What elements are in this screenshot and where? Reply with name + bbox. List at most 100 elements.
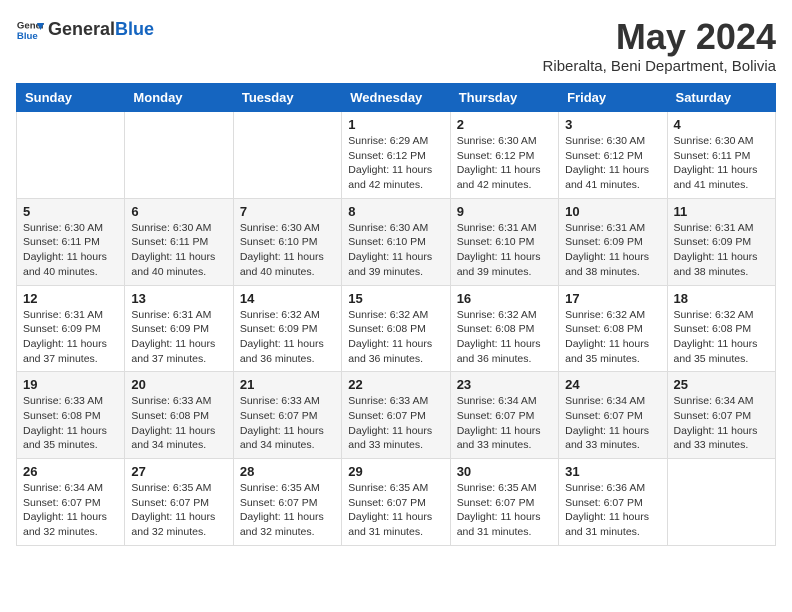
day-number: 9 [457,204,552,219]
day-info: Sunrise: 6:35 AM Sunset: 6:07 PM Dayligh… [240,481,335,540]
calendar-cell: 5 Sunrise: 6:30 AM Sunset: 6:11 PM Daylig… [17,198,125,285]
calendar-cell: 12 Sunrise: 6:31 AM Sunset: 6:09 PM Dayli… [17,285,125,372]
day-number: 4 [674,117,769,132]
day-header-sunday: Sunday [17,84,125,112]
logo: General Blue GeneralBlue [16,16,154,44]
day-number: 29 [348,464,443,479]
day-number: 11 [674,204,769,219]
day-info: Sunrise: 6:36 AM Sunset: 6:07 PM Dayligh… [565,481,660,540]
day-header-friday: Friday [559,84,667,112]
day-number: 30 [457,464,552,479]
calendar-cell: 24 Sunrise: 6:34 AM Sunset: 6:07 PM Dayli… [559,372,667,459]
calendar-cell: 8 Sunrise: 6:30 AM Sunset: 6:10 PM Daylig… [342,198,450,285]
calendar-cell: 3 Sunrise: 6:30 AM Sunset: 6:12 PM Daylig… [559,112,667,199]
day-info: Sunrise: 6:31 AM Sunset: 6:09 PM Dayligh… [23,308,118,367]
day-info: Sunrise: 6:31 AM Sunset: 6:09 PM Dayligh… [565,221,660,280]
day-number: 24 [565,377,660,392]
calendar-cell: 2 Sunrise: 6:30 AM Sunset: 6:12 PM Daylig… [450,112,558,199]
calendar-cell [233,112,341,199]
calendar-cell: 29 Sunrise: 6:35 AM Sunset: 6:07 PM Dayli… [342,459,450,546]
day-number: 31 [565,464,660,479]
day-info: Sunrise: 6:33 AM Sunset: 6:07 PM Dayligh… [348,394,443,453]
day-number: 10 [565,204,660,219]
day-info: Sunrise: 6:35 AM Sunset: 6:07 PM Dayligh… [348,481,443,540]
day-info: Sunrise: 6:33 AM Sunset: 6:08 PM Dayligh… [23,394,118,453]
day-info: Sunrise: 6:34 AM Sunset: 6:07 PM Dayligh… [674,394,769,453]
day-info: Sunrise: 6:34 AM Sunset: 6:07 PM Dayligh… [457,394,552,453]
day-info: Sunrise: 6:30 AM Sunset: 6:12 PM Dayligh… [565,134,660,193]
day-header-wednesday: Wednesday [342,84,450,112]
day-number: 22 [348,377,443,392]
day-number: 5 [23,204,118,219]
calendar-cell [667,459,775,546]
calendar-cell [17,112,125,199]
calendar-cell: 30 Sunrise: 6:35 AM Sunset: 6:07 PM Dayli… [450,459,558,546]
day-info: Sunrise: 6:31 AM Sunset: 6:09 PM Dayligh… [131,308,226,367]
day-info: Sunrise: 6:30 AM Sunset: 6:11 PM Dayligh… [674,134,769,193]
day-info: Sunrise: 6:30 AM Sunset: 6:10 PM Dayligh… [348,221,443,280]
day-header-monday: Monday [125,84,233,112]
calendar-week-1: 1Sunrise: 6:29 AM Sunset: 6:12 PM Daylig… [17,112,776,199]
day-number: 19 [23,377,118,392]
calendar-cell: 16 Sunrise: 6:32 AM Sunset: 6:08 PM Dayli… [450,285,558,372]
location: Riberalta, Beni Department, Bolivia [543,58,776,75]
day-info: Sunrise: 6:33 AM Sunset: 6:07 PM Dayligh… [240,394,335,453]
day-info: Sunrise: 6:30 AM Sunset: 6:12 PM Dayligh… [457,134,552,193]
day-info: Sunrise: 6:32 AM Sunset: 6:09 PM Dayligh… [240,308,335,367]
calendar-cell: 23 Sunrise: 6:34 AM Sunset: 6:07 PM Dayli… [450,372,558,459]
calendar-cell: 10 Sunrise: 6:31 AM Sunset: 6:09 PM Dayli… [559,198,667,285]
svg-text:Blue: Blue [17,31,38,42]
calendar-cell: 6Sunrise: 6:30 AM Sunset: 6:11 PM Daylig… [125,198,233,285]
day-number: 28 [240,464,335,479]
day-number: 23 [457,377,552,392]
day-number: 2 [457,117,552,132]
day-number: 15 [348,291,443,306]
day-info: Sunrise: 6:32 AM Sunset: 6:08 PM Dayligh… [348,308,443,367]
day-info: Sunrise: 6:30 AM Sunset: 6:11 PM Dayligh… [131,221,226,280]
day-info: Sunrise: 6:34 AM Sunset: 6:07 PM Dayligh… [565,394,660,453]
day-number: 16 [457,291,552,306]
day-info: Sunrise: 6:34 AM Sunset: 6:07 PM Dayligh… [23,481,118,540]
calendar-cell: 4 Sunrise: 6:30 AM Sunset: 6:11 PM Daylig… [667,112,775,199]
day-info: Sunrise: 6:33 AM Sunset: 6:08 PM Dayligh… [131,394,226,453]
calendar-table: SundayMondayTuesdayWednesdayThursdayFrid… [16,83,776,546]
day-number: 21 [240,377,335,392]
calendar-cell: 27Sunrise: 6:35 AM Sunset: 6:07 PM Dayli… [125,459,233,546]
day-info: Sunrise: 6:30 AM Sunset: 6:10 PM Dayligh… [240,221,335,280]
calendar-cell: 18 Sunrise: 6:32 AM Sunset: 6:08 PM Dayli… [667,285,775,372]
day-info: Sunrise: 6:32 AM Sunset: 6:08 PM Dayligh… [674,308,769,367]
calendar-header-row: SundayMondayTuesdayWednesdayThursdayFrid… [17,84,776,112]
day-info: Sunrise: 6:31 AM Sunset: 6:09 PM Dayligh… [674,221,769,280]
calendar-cell: 31 Sunrise: 6:36 AM Sunset: 6:07 PM Dayli… [559,459,667,546]
day-number: 25 [674,377,769,392]
day-number: 13 [131,291,226,306]
calendar-week-2: 5 Sunrise: 6:30 AM Sunset: 6:11 PM Daylig… [17,198,776,285]
day-number: 3 [565,117,660,132]
calendar-cell [125,112,233,199]
calendar-cell: 21 Sunrise: 6:33 AM Sunset: 6:07 PM Dayli… [233,372,341,459]
calendar-week-5: 26Sunrise: 6:34 AM Sunset: 6:07 PM Dayli… [17,459,776,546]
calendar-cell: 1Sunrise: 6:29 AM Sunset: 6:12 PM Daylig… [342,112,450,199]
calendar-cell: 7 Sunrise: 6:30 AM Sunset: 6:10 PM Daylig… [233,198,341,285]
day-number: 14 [240,291,335,306]
day-number: 18 [674,291,769,306]
day-number: 12 [23,291,118,306]
logo-blue: Blue [115,19,154,39]
day-header-thursday: Thursday [450,84,558,112]
day-info: Sunrise: 6:30 AM Sunset: 6:11 PM Dayligh… [23,221,118,280]
day-number: 8 [348,204,443,219]
day-info: Sunrise: 6:32 AM Sunset: 6:08 PM Dayligh… [565,308,660,367]
day-info: Sunrise: 6:35 AM Sunset: 6:07 PM Dayligh… [131,481,226,540]
calendar-cell: 20Sunrise: 6:33 AM Sunset: 6:08 PM Dayli… [125,372,233,459]
day-header-tuesday: Tuesday [233,84,341,112]
calendar-week-3: 12 Sunrise: 6:31 AM Sunset: 6:09 PM Dayli… [17,285,776,372]
day-info: Sunrise: 6:32 AM Sunset: 6:08 PM Dayligh… [457,308,552,367]
day-header-saturday: Saturday [667,84,775,112]
day-number: 7 [240,204,335,219]
title-block: May 2024 Riberalta, Beni Department, Bol… [543,16,776,75]
calendar-cell: 22 Sunrise: 6:33 AM Sunset: 6:07 PM Dayli… [342,372,450,459]
day-info: Sunrise: 6:35 AM Sunset: 6:07 PM Dayligh… [457,481,552,540]
logo-text: GeneralBlue [48,20,154,40]
calendar-cell: 17Sunrise: 6:32 AM Sunset: 6:08 PM Dayli… [559,285,667,372]
logo-general: General [48,19,115,39]
